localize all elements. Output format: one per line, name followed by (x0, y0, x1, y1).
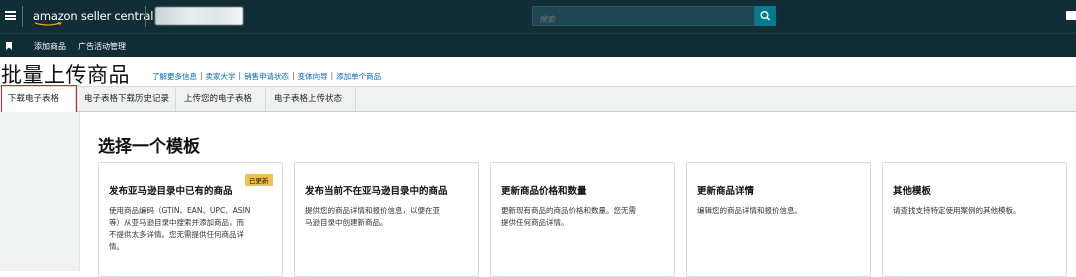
account-switcher[interactable] (155, 7, 243, 25)
selling-application-status-link[interactable]: 销售申请状态 (244, 71, 289, 82)
template-card-price-quantity[interactable]: 更新商品价格和数量 更新现有商品的商品价格和数量。您无需 提供任何商品详情。 (490, 162, 675, 277)
template-card-new-products[interactable]: 发布当前不在亚马逊目录中的商品 提供您的商品详情和报价信息，以便在亚 马逊目录中… (294, 162, 479, 277)
top-header: amazon seller central (0, 0, 1076, 33)
section-title: 选择一个模板 (98, 137, 200, 157)
variation-wizard-link[interactable]: 变体向导 (298, 71, 328, 82)
card-description: 请查找支持特定使用案例的其他模板。 (893, 206, 1021, 215)
learn-more-link[interactable]: 了解更多信息 (152, 71, 197, 82)
header-divider (145, 6, 146, 27)
card-title: 发布亚马逊目录中已有的商品 (109, 186, 233, 197)
bookmark-bar: 添加商品 广告活动管理 (0, 33, 1076, 57)
template-card-product-details[interactable]: 更新商品详情 编辑您的商品详情和报价信息。 (686, 162, 871, 277)
template-card-existing-products[interactable]: 已更新 发布亚马逊目录中已有的商品 使用商品编码（GTIN、EAN、UPC、AS… (98, 162, 283, 277)
header-divider (22, 6, 23, 27)
card-description: 使用商品编码（GTIN、EAN、UPC、ASIN 等）从亚马逊目录中搜索并添加商… (109, 206, 251, 251)
card-description: 更新现有商品的商品价格和数量。您无需 提供任何商品详情。 (501, 206, 636, 227)
mail-icon[interactable] (1066, 11, 1076, 20)
search-input[interactable] (533, 10, 754, 29)
seller-central-logo[interactable]: amazon seller central (33, 9, 153, 23)
left-rail (0, 112, 80, 271)
search-icon (760, 10, 771, 21)
search-field[interactable] (532, 6, 755, 29)
template-card-other[interactable]: 其他模板 请查找支持特定使用案例的其他模板。 (882, 162, 1067, 277)
card-description: 编辑您的商品详情和报价信息。 (697, 206, 802, 215)
card-description: 提供您的商品详情和报价信息，以便在亚 马逊目录中创建新商品。 (305, 206, 440, 227)
link-separator: | (200, 71, 203, 80)
card-title: 更新商品价格和数量 (501, 186, 587, 197)
add-single-product-link[interactable]: 添加单个商品 (336, 71, 381, 82)
tab-upload-status[interactable]: 电子表格上传状态 (266, 87, 356, 111)
tab-download-history[interactable]: 电子表格下载历史记录 (76, 87, 176, 111)
link-separator: | (292, 71, 295, 80)
link-separator: | (238, 71, 242, 80)
menu-icon[interactable] (5, 11, 16, 20)
amazon-smile-icon (34, 22, 62, 26)
card-title: 其他模板 (893, 186, 932, 197)
search-button[interactable] (755, 6, 776, 26)
link-separator: | (330, 71, 334, 80)
updated-badge: 已更新 (245, 174, 273, 186)
tab-bar: 下载电子表格 电子表格下载历史记录 上传您的电子表格 电子表格上传状态 (0, 86, 1076, 113)
tab-upload-spreadsheet[interactable]: 上传您的电子表格 (176, 87, 266, 111)
card-title: 更新商品详情 (697, 186, 755, 197)
seller-university-link[interactable]: 卖家大学 (206, 71, 236, 82)
subnav-add-product[interactable]: 添加商品 (34, 41, 66, 52)
bookmark-icon[interactable] (6, 42, 12, 50)
title-links: 了解更多信息 | 卖家大学 | 销售申请状态 | 变体向导 | 添加单个商品 (152, 71, 381, 82)
subnav-campaign-manager[interactable]: 广告活动管理 (78, 41, 126, 52)
card-title: 发布当前不在亚马逊目录中的商品 (305, 186, 448, 197)
